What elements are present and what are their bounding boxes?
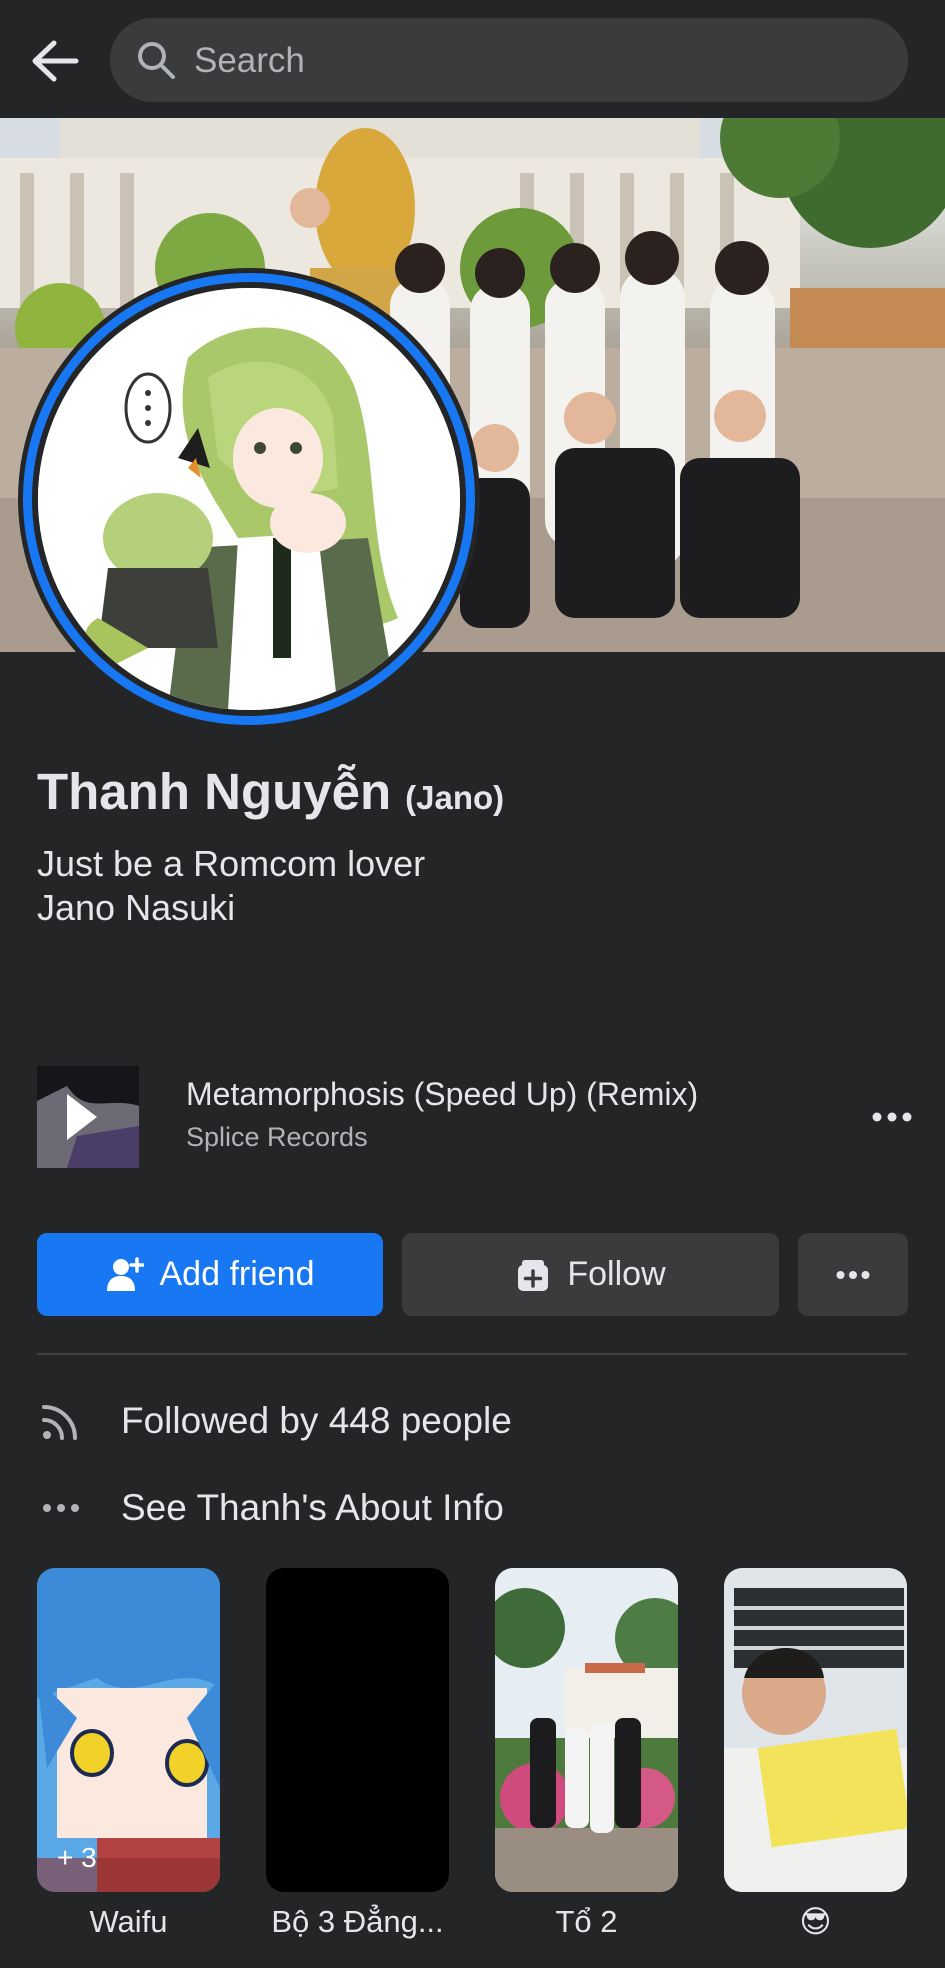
followers-text: Followed by 448 people [121, 1400, 512, 1441]
followers-row[interactable]: Followed by 448 people [37, 1396, 512, 1446]
featured-collection-bo-3[interactable] [266, 1568, 449, 1892]
avatar-image [38, 288, 460, 710]
featured-label: Tổ 2 [555, 1904, 618, 1939]
add-friend-button[interactable]: Add friend [37, 1233, 383, 1316]
profile-more-button[interactable] [798, 1233, 908, 1316]
arrow-left-icon [32, 40, 79, 82]
add-friend-label: Add friend [159, 1255, 315, 1293]
more-horizontal-icon [872, 1112, 912, 1122]
follow-button[interactable]: Follow [402, 1233, 779, 1316]
featured-label: 😎 [799, 1904, 832, 1939]
about-info-text: See Thanh's About Info [121, 1487, 504, 1528]
back-button[interactable] [22, 28, 88, 94]
search-input[interactable] [192, 18, 876, 104]
profile-picture[interactable] [18, 268, 480, 730]
follow-icon [518, 1259, 549, 1291]
section-divider [37, 1353, 907, 1355]
music-cover[interactable] [37, 1066, 139, 1168]
search-icon [138, 42, 175, 79]
featured-collection-emoji[interactable] [724, 1568, 907, 1892]
featured-extra-count: + 3 [57, 1842, 97, 1873]
profile-alternate-name: (Jano) [405, 779, 505, 816]
search-bar[interactable] [110, 18, 908, 104]
about-info-row[interactable]: See Thanh's About Info [37, 1483, 504, 1533]
add-person-icon [106, 1256, 144, 1291]
story-ring [23, 273, 475, 725]
featured-collection-to-2[interactable] [495, 1568, 678, 1892]
more-horizontal-icon [43, 1504, 79, 1512]
music-title: Metamorphosis (Speed Up) (Remix) [186, 1076, 699, 1112]
profile-name: Thanh Nguyễn [37, 763, 392, 820]
profile-bio: Just be a Romcom lover Jano Nasuki [37, 842, 425, 930]
bio-line-1: Just be a Romcom lover [37, 843, 426, 884]
top-bar [0, 0, 945, 118]
follow-label: Follow [567, 1255, 666, 1293]
music-artist: Splice Records [186, 1122, 368, 1152]
featured-label: Bộ 3 Đẳng... [271, 1904, 444, 1939]
bio-line-2: Jano Nasuki [37, 887, 236, 928]
featured-collection-waifu[interactable]: + 3 [37, 1568, 220, 1892]
more-horizontal-icon [836, 1270, 870, 1279]
music-more-button[interactable] [867, 1092, 917, 1142]
profile-name-row: Thanh Nguyễn (Jano) [37, 762, 504, 821]
rss-feed-icon [42, 1405, 77, 1440]
profile-music[interactable]: Metamorphosis (Speed Up) (Remix) Splice … [37, 1066, 917, 1168]
featured-label: Waifu [89, 1904, 168, 1939]
